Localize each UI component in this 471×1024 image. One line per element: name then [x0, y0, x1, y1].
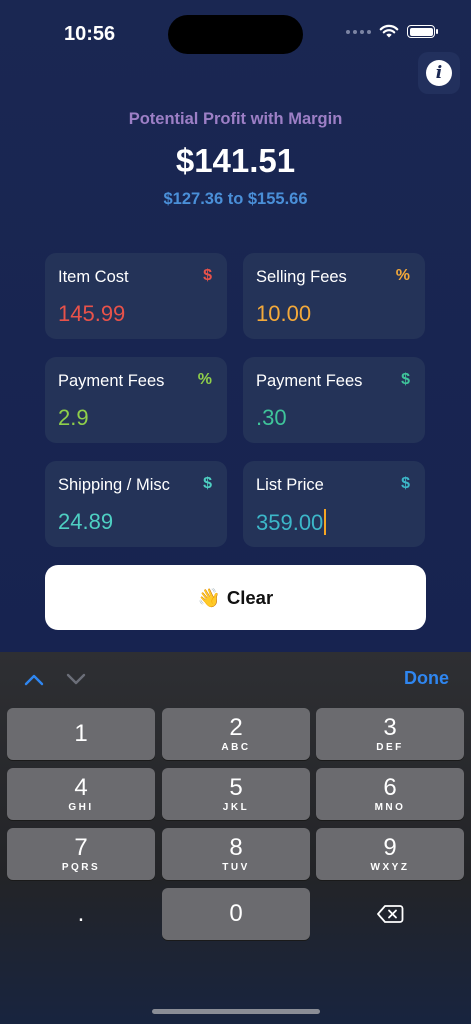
- key-letters: JKL: [222, 802, 250, 813]
- percent-symbol: %: [197, 371, 212, 388]
- done-button[interactable]: Done: [404, 668, 449, 689]
- field-value: .30: [256, 405, 287, 430]
- key-digit: 1: [74, 720, 88, 747]
- chevron-up-icon[interactable]: [24, 672, 44, 686]
- field-label: Shipping / Misc: [58, 476, 170, 494]
- info-button[interactable]: i: [418, 52, 460, 94]
- payment-fees-dollar-field[interactable]: Payment Fees $ .30: [243, 357, 425, 443]
- field-value: 145.99: [58, 301, 126, 326]
- key-digit: 3: [383, 714, 397, 741]
- key-4[interactable]: 4 GHI: [7, 768, 155, 820]
- battery-icon: [407, 25, 438, 38]
- key-8[interactable]: 8 TUV: [162, 828, 310, 880]
- key-9[interactable]: 9 WXYZ: [316, 828, 464, 880]
- key-letters: PQRS: [61, 862, 101, 873]
- field-value: 359.00: [256, 509, 327, 536]
- key-letters: ABC: [221, 742, 251, 753]
- clear-button[interactable]: 👋 Clear: [45, 565, 426, 630]
- payment-fees-percent-field[interactable]: Payment Fees % 2.9: [45, 357, 227, 443]
- key-letters: WXYZ: [370, 862, 410, 873]
- key-0[interactable]: 0: [162, 888, 310, 940]
- profit-amount: $141.51: [175, 142, 296, 179]
- signal-icon: [346, 29, 371, 34]
- profit-range: $127.36 to $155.66: [163, 190, 308, 208]
- field-label: Payment Fees: [58, 372, 165, 390]
- wave-emoji-icon: 👋: [197, 586, 221, 608]
- clear-label: Clear: [226, 586, 274, 608]
- field-value: 10.00: [256, 301, 312, 326]
- key-digit: 4: [74, 774, 88, 801]
- key-letters: GHI: [68, 802, 94, 813]
- wifi-icon: [379, 24, 399, 38]
- chevron-down-icon[interactable]: [66, 672, 86, 686]
- info-icon: i: [426, 60, 452, 86]
- key-digit: 8: [229, 834, 243, 861]
- key-7[interactable]: 7 PQRS: [7, 828, 155, 880]
- key-letters: DEF: [376, 742, 404, 753]
- field-label: Item Cost: [58, 268, 129, 286]
- field-label: List Price: [256, 476, 324, 494]
- key-letters: TUV: [222, 862, 250, 873]
- selling-fees-field[interactable]: Selling Fees % 10.00: [243, 253, 425, 339]
- key-2[interactable]: 2 ABC: [162, 708, 310, 760]
- profit-title: Potential Profit with Margin: [128, 110, 343, 128]
- backspace-icon: [377, 905, 404, 923]
- calculator-screen: 10:56 i Potential Profit with Margin $14…: [0, 0, 471, 652]
- shipping-misc-field[interactable]: Shipping / Misc $ 24.89: [45, 461, 227, 547]
- key-backspace[interactable]: [316, 888, 464, 940]
- key-digit: 9: [383, 834, 397, 861]
- numeric-keyboard: Done 1 2 ABC 3 DEF 4 GHI 5 JKL 6 MNO 7 P…: [0, 652, 471, 1024]
- currency-symbol: $: [401, 371, 410, 388]
- percent-symbol: %: [395, 267, 410, 284]
- key-3[interactable]: 3 DEF: [316, 708, 464, 760]
- currency-symbol: $: [203, 267, 212, 284]
- currency-symbol: $: [203, 475, 212, 492]
- field-value-text: 359.00: [256, 510, 324, 535]
- key-digit: .: [77, 900, 85, 927]
- key-letters: MNO: [374, 802, 406, 813]
- field-label: Selling Fees: [256, 268, 347, 286]
- key-digit: 2: [229, 714, 243, 741]
- key-digit: 7: [74, 834, 88, 861]
- list-price-field[interactable]: List Price $ 359.00: [243, 461, 425, 547]
- keyboard-toolbar: Done: [0, 652, 471, 704]
- key-digit: 6: [383, 774, 397, 801]
- field-value: 2.9: [58, 405, 89, 430]
- item-cost-field[interactable]: Item Cost $ 145.99: [45, 253, 227, 339]
- status-time: 10:56: [64, 23, 116, 45]
- key-digit: 0: [229, 900, 243, 927]
- key-1[interactable]: 1: [7, 708, 155, 760]
- currency-symbol: $: [401, 475, 410, 492]
- key-5[interactable]: 5 JKL: [162, 768, 310, 820]
- field-label: Payment Fees: [256, 372, 363, 390]
- home-indicator: [152, 1009, 320, 1014]
- text-cursor: [324, 509, 327, 535]
- status-icons: [346, 24, 438, 39]
- field-value: 24.89: [58, 509, 114, 534]
- key-decimal[interactable]: .: [7, 888, 155, 940]
- key-digit: 5: [229, 774, 243, 801]
- key-6[interactable]: 6 MNO: [316, 768, 464, 820]
- dynamic-island: [168, 15, 303, 54]
